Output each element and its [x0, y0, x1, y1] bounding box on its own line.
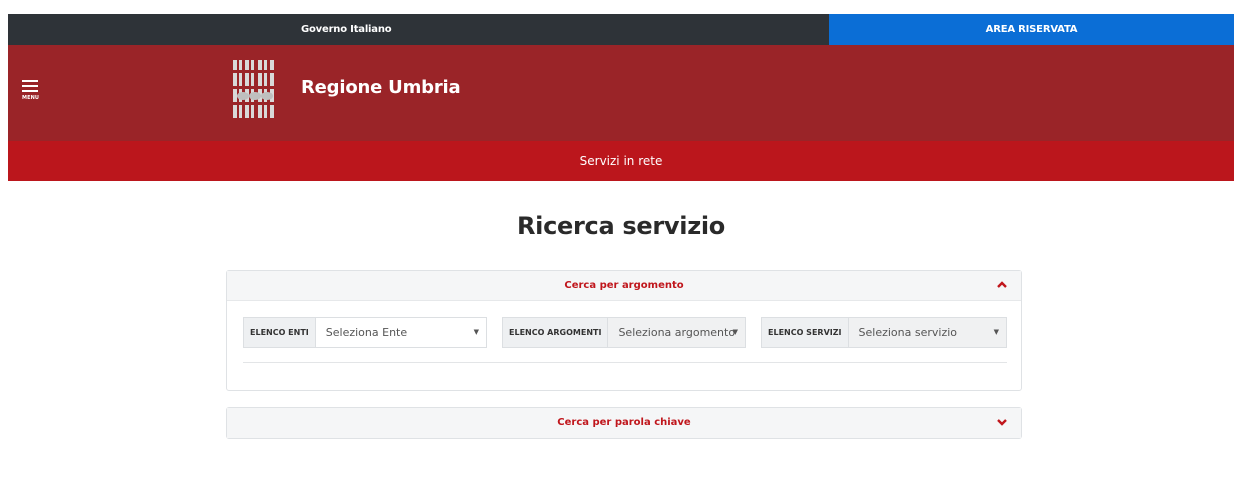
- argomento-select[interactable]: Seleziona argomento ▼: [608, 318, 745, 347]
- chevron-down-icon[interactable]: [995, 415, 1009, 429]
- keyword-panel-title: Cerca per parola chiave: [557, 417, 691, 428]
- top-bar: Governo Italiano AREA RISERVATA: [8, 14, 1234, 45]
- argomento-filter-label: ELENCO ARGOMENTI: [503, 318, 609, 347]
- menu-button[interactable]: MENU: [22, 80, 44, 106]
- servizio-filter: ELENCO SERVIZI Seleziona servizio ▼: [761, 317, 1007, 348]
- regione-umbria-logo: [231, 60, 277, 118]
- hamburger-icon: [22, 90, 38, 92]
- page: Governo Italiano AREA RISERVATA MENU Reg…: [8, 14, 1234, 496]
- argomento-select-value: Seleziona argomento: [618, 326, 736, 339]
- filter-row: ELENCO ENTI Seleziona Ente ▼ ELENCO ARGO…: [243, 317, 1007, 349]
- caret-down-icon: ▼: [732, 328, 738, 336]
- argomento-filter: ELENCO ARGOMENTI Seleziona argomento ▼: [502, 317, 746, 348]
- keyword-panel-header[interactable]: Cerca per parola chiave: [227, 408, 1021, 438]
- menu-label: MENU: [22, 95, 40, 101]
- ente-select-value: Seleziona Ente: [325, 326, 408, 339]
- ente-filter: ELENCO ENTI Seleziona Ente ▼: [243, 317, 487, 348]
- ente-filter-label: ELENCO ENTI: [244, 318, 316, 347]
- services-bar[interactable]: Servizi in rete: [8, 141, 1234, 181]
- governo-italiano-link[interactable]: Governo Italiano: [301, 14, 392, 45]
- chevron-up-icon[interactable]: [995, 278, 1009, 292]
- site-header: MENU Regione Umbria: [8, 45, 1234, 141]
- servizio-filter-label: ELENCO SERVIZI: [762, 318, 849, 347]
- hamburger-icon: [22, 85, 38, 87]
- topic-panel-header[interactable]: Cerca per argomento: [227, 271, 1021, 301]
- caret-down-icon: ▼: [473, 328, 479, 336]
- keyword-search-panel: Cerca per parola chiave: [226, 407, 1022, 439]
- site-title[interactable]: Regione Umbria: [301, 77, 461, 98]
- hamburger-icon: [22, 80, 38, 82]
- caret-down-icon: ▼: [993, 328, 999, 336]
- servizio-select[interactable]: Seleziona servizio ▼: [848, 318, 1006, 347]
- divider: [243, 362, 1007, 363]
- ente-select[interactable]: Seleziona Ente ▼: [316, 318, 486, 347]
- topic-panel-title: Cerca per argomento: [564, 280, 684, 291]
- area-riservata-button[interactable]: AREA RISERVATA: [829, 14, 1234, 45]
- topic-search-panel: Cerca per argomento ELENCO ENTI Selezion…: [226, 270, 1022, 391]
- servizio-select-value: Seleziona servizio: [858, 326, 958, 339]
- page-title: Ricerca servizio: [517, 212, 725, 240]
